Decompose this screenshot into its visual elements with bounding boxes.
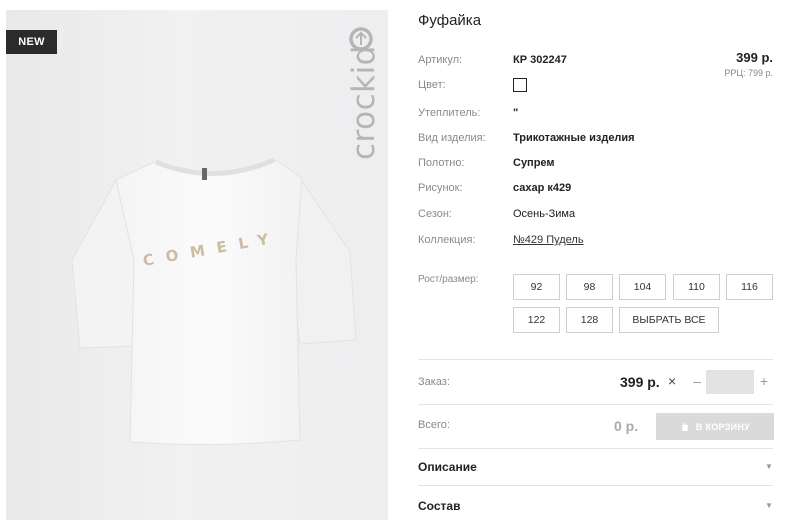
size-label: Рост/размер:	[418, 274, 479, 285]
divider	[418, 485, 773, 486]
order-price: 399 р.	[620, 374, 660, 390]
total-label: Всего:	[418, 419, 450, 431]
quantity-input[interactable]	[706, 370, 754, 394]
prop-value: сахар к429	[513, 182, 572, 194]
prop-value: Супрем	[513, 157, 555, 169]
prop-value: КР 302247	[513, 54, 567, 66]
divider	[418, 448, 773, 449]
multiply-sign: ×	[668, 373, 677, 389]
divider	[418, 404, 773, 405]
prop-label: Утеплитель:	[418, 107, 481, 119]
size-option-128[interactable]: 128	[566, 307, 613, 333]
collection-link[interactable]: №429 Пудель	[513, 234, 584, 246]
chevron-down-icon[interactable]: ▼	[765, 462, 773, 471]
color-swatch[interactable]	[513, 78, 527, 92]
size-option-116[interactable]: 116	[726, 274, 773, 300]
divider	[418, 359, 773, 360]
select-all-sizes-button[interactable]: ВЫБРАТЬ ВСЕ	[619, 307, 719, 333]
product-image[interactable]: NEW crockid COMELY	[6, 10, 388, 520]
prop-label: Сезон:	[418, 208, 452, 220]
size-option-122[interactable]: 122	[513, 307, 560, 333]
order-label: Заказ:	[418, 376, 450, 388]
chevron-down-icon[interactable]: ▼	[765, 501, 773, 510]
size-option-104[interactable]: 104	[619, 274, 666, 300]
composition-accordion[interactable]: Состав	[418, 499, 460, 513]
prop-value: Осень-Зима	[513, 208, 576, 220]
prop-label: Вид изделия:	[418, 132, 486, 144]
description-accordion[interactable]: Описание	[418, 460, 477, 474]
prop-value: "	[513, 107, 519, 119]
prop-label: Цвет:	[418, 79, 446, 91]
size-option-92[interactable]: 92	[513, 274, 560, 300]
add-to-cart-button[interactable]: В КОРЗИНУ	[656, 413, 774, 440]
size-option-98[interactable]: 98	[566, 274, 613, 300]
prop-label: Артикул:	[418, 54, 463, 66]
prop-label: Коллекция:	[418, 234, 476, 246]
size-option-110[interactable]: 110	[673, 274, 720, 300]
quantity-increase-button[interactable]: +	[757, 373, 771, 389]
prop-label: Полотно:	[418, 157, 465, 169]
rrp-price: РРЦ: 799 р.	[724, 68, 773, 78]
product-title: Фуфайка	[418, 12, 482, 29]
quantity-decrease-button[interactable]: –	[690, 373, 704, 389]
add-to-cart-label: В КОРЗИНУ	[695, 421, 751, 432]
cart-icon	[681, 422, 688, 431]
tshirt-illustration	[71, 157, 357, 446]
price: 399 р.	[736, 50, 773, 65]
prop-label: Рисунок:	[418, 182, 463, 194]
new-badge: NEW	[6, 30, 57, 54]
total-value: 0 р.	[614, 418, 639, 434]
prop-value: Трикотажные изделия	[513, 132, 635, 144]
